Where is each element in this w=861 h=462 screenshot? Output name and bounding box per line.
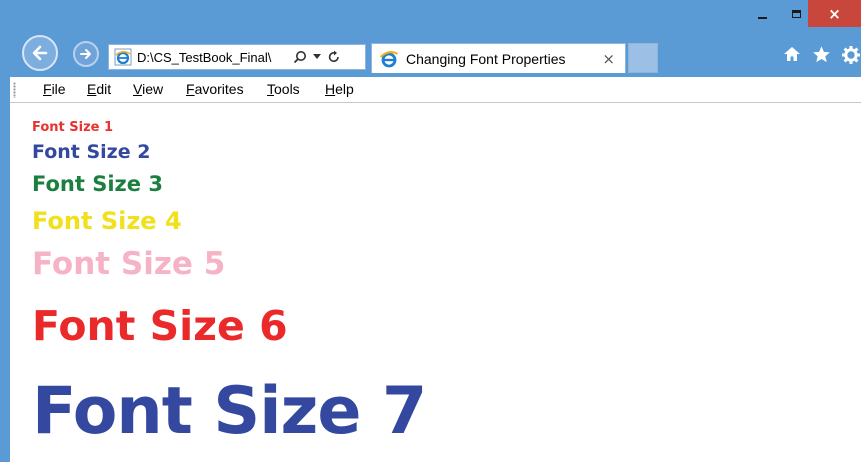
minimize-icon (757, 16, 767, 19)
tab-close-icon[interactable]: × (602, 50, 615, 68)
ie-logo-icon (379, 50, 399, 67)
home-icon[interactable] (783, 45, 801, 68)
back-button[interactable] (22, 35, 58, 71)
font-size-1-text: Font Size 1 (32, 120, 114, 135)
favorites-star-icon[interactable] (812, 45, 831, 69)
font-size-7-text: Font Size 7 (32, 374, 427, 449)
forward-arrow-icon (80, 49, 91, 59)
settings-gear-icon[interactable] (841, 45, 861, 70)
menu-help[interactable]: Help (325, 81, 354, 97)
browser-window: × D:\CS_TestBook_Final\ Changing Font Pr… (0, 0, 861, 462)
menu-bar: File Edit View Favorites Tools Help (10, 77, 861, 103)
menu-favorites[interactable]: Favorites (186, 81, 244, 97)
menu-tools[interactable]: Tools (267, 81, 300, 97)
font-size-5-text: Font Size 5 (32, 246, 226, 282)
ie-page-icon (114, 48, 132, 66)
menu-edit[interactable]: Edit (87, 81, 111, 97)
search-icon[interactable] (293, 50, 307, 64)
new-tab-button[interactable] (628, 43, 658, 73)
maximize-icon (791, 9, 801, 18)
tab-active[interactable]: Changing Font Properties × (371, 43, 626, 73)
close-button[interactable]: × (808, 0, 861, 27)
font-size-3-text: Font Size 3 (32, 172, 163, 196)
font-size-6-text: Font Size 6 (32, 302, 288, 350)
forward-button[interactable] (73, 41, 99, 67)
menu-grip (13, 82, 16, 98)
tab-title: Changing Font Properties (406, 50, 566, 67)
menu-file[interactable]: File (43, 81, 66, 97)
close-icon: × (828, 4, 841, 23)
minimize-button[interactable] (748, 0, 776, 27)
address-input[interactable]: D:\CS_TestBook_Final\ (137, 50, 287, 65)
dropdown-icon[interactable] (313, 54, 321, 60)
address-bar[interactable]: D:\CS_TestBook_Final\ (108, 44, 366, 70)
back-arrow-icon (32, 45, 48, 61)
page-content: Font Size 1 Font Size 2 Font Size 3 Font… (10, 103, 861, 462)
refresh-icon[interactable] (327, 50, 341, 64)
maximize-button[interactable] (782, 0, 810, 27)
font-size-2-text: Font Size 2 (32, 141, 151, 163)
menu-view[interactable]: View (133, 81, 163, 97)
font-size-4-text: Font Size 4 (32, 207, 182, 235)
